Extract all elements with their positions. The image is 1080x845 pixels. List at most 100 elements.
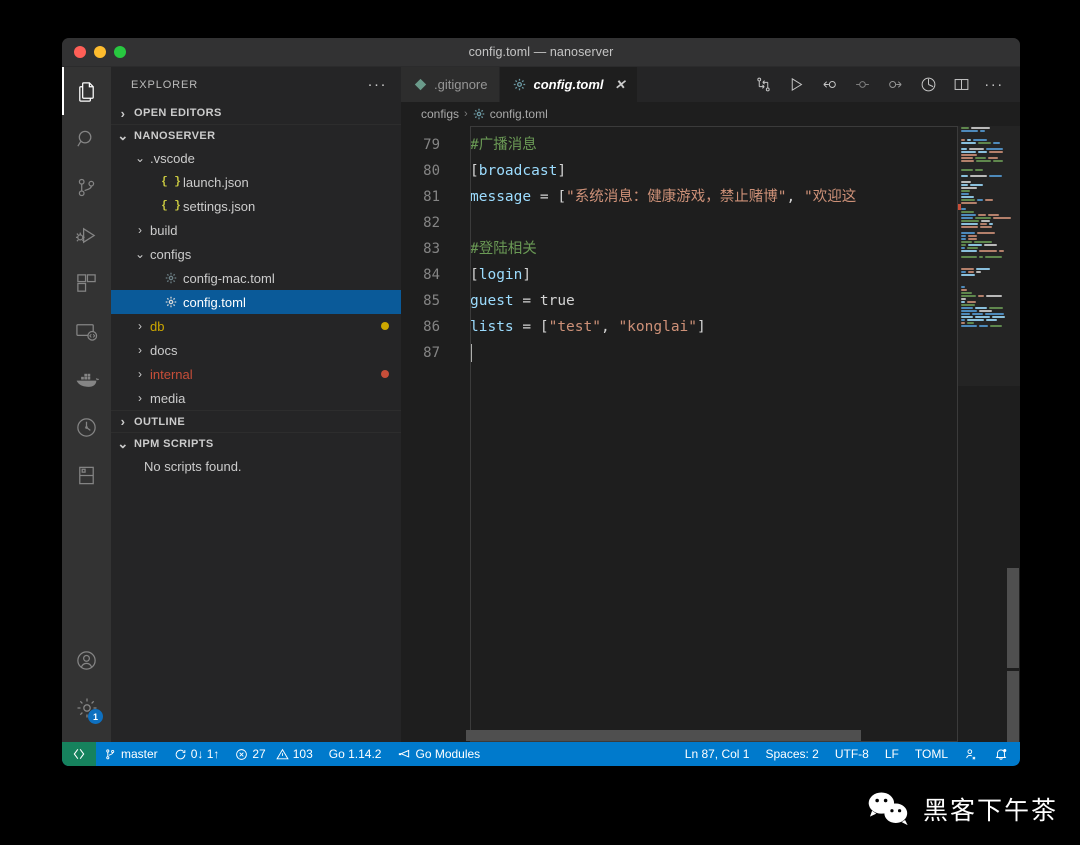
section-nanoserver[interactable]: ⌄ NANOSERVER xyxy=(111,124,401,146)
line-content[interactable]: [broadcast] xyxy=(464,158,566,184)
status-go-version[interactable]: Go 1.14.2 xyxy=(321,742,390,766)
code-line[interactable]: 84 [login] xyxy=(401,262,958,288)
minimap-token xyxy=(961,195,974,198)
status-problems[interactable]: 27 103 xyxy=(227,742,320,766)
status-encoding[interactable]: UTF-8 xyxy=(827,742,877,766)
activity-item-manage[interactable]: 1 xyxy=(62,684,111,732)
tree-item-label: settings.json xyxy=(183,198,256,214)
step-point-icon[interactable] xyxy=(848,71,876,99)
activity-item-accounts[interactable] xyxy=(62,636,111,684)
code-line[interactable]: 83 #登陆相关 xyxy=(401,236,958,262)
minimap-token xyxy=(978,294,984,297)
split-editor-icon[interactable] xyxy=(947,71,975,99)
error-icon xyxy=(235,748,248,761)
editor-vertical-scrollbar[interactable] xyxy=(1006,126,1020,742)
activity-item-remote-explorer[interactable] xyxy=(62,307,111,355)
code-line[interactable]: 82 xyxy=(401,210,958,236)
remote-window-indicator[interactable] xyxy=(62,742,96,766)
activity-item-source-control[interactable] xyxy=(62,163,111,211)
scrollbar-thumb[interactable] xyxy=(1007,568,1019,668)
file-tree[interactable]: ⌄ .vscode{ } launch.json{ } settings.json › b… xyxy=(111,146,401,410)
code-line[interactable]: 79 #广播消息 xyxy=(401,132,958,158)
tree-item--vscode[interactable]: ⌄ .vscode xyxy=(111,146,401,170)
code-line[interactable]: 85 guest = true xyxy=(401,288,958,314)
code-content[interactable]: 79 #广播消息 80 [broadcast] 81 message = ["系统消息：健… xyxy=(401,126,958,366)
minimap-token xyxy=(961,201,977,204)
line-content[interactable] xyxy=(464,340,472,366)
breadcrumb-item-config-toml[interactable]: config.toml xyxy=(473,107,548,121)
minimap-token xyxy=(961,183,968,186)
sidebar-more-icon[interactable]: ··· xyxy=(368,76,394,93)
tab-gitignore[interactable]: .gitignore xyxy=(401,67,501,102)
section-outline[interactable]: › OUTLINE xyxy=(111,410,401,432)
token-punct: ] xyxy=(522,267,532,283)
step-back-icon[interactable] xyxy=(815,71,843,99)
tree-item-config-mac-toml[interactable]: config-mac.toml xyxy=(111,266,401,290)
status-eol[interactable]: LF xyxy=(877,742,907,766)
tree-item-docs[interactable]: › docs xyxy=(111,338,401,362)
status-cursor-position[interactable]: Ln 87, Col 1 xyxy=(677,742,758,766)
status-live-share[interactable] xyxy=(956,742,986,766)
activity-item-test[interactable] xyxy=(62,403,111,451)
gear-file-icon xyxy=(161,296,181,308)
search-icon xyxy=(75,128,98,151)
tree-item-launch-json[interactable]: { } launch.json xyxy=(111,170,401,194)
activity-item-run-and-debug[interactable] xyxy=(62,211,111,259)
status-language-mode[interactable]: TOML xyxy=(907,742,956,766)
minimap-token xyxy=(961,237,966,240)
editor-tab-bar: .gitignore config.toml ✕ ··· xyxy=(401,67,1020,102)
watermark-text: 黑客下午茶 xyxy=(922,796,1058,825)
scrollbar-thumb-lower[interactable] xyxy=(1007,671,1019,742)
line-content[interactable]: lists = ["test", "konglai"] xyxy=(464,314,706,340)
section-npm-scripts[interactable]: ⌄ NPM SCRIPTS xyxy=(111,432,401,454)
scrollbar-thumb[interactable] xyxy=(466,730,861,741)
code-scroll-region[interactable]: 79 #广播消息 80 [broadcast] 81 message = ["系统消息：健… xyxy=(401,126,958,742)
tree-item-media[interactable]: › media xyxy=(111,386,401,410)
minimize-window-icon[interactable] xyxy=(94,46,106,58)
status-notifications[interactable] xyxy=(986,742,1020,766)
status-branch[interactable]: master xyxy=(96,742,166,766)
status-eol-label: LF xyxy=(884,747,899,761)
line-content[interactable]: guest = true xyxy=(464,288,575,314)
code-line[interactable]: 86 lists = ["test", "konglai"] xyxy=(401,314,958,340)
close-icon[interactable]: ✕ xyxy=(615,77,626,93)
tree-item-settings-json[interactable]: { } settings.json xyxy=(111,194,401,218)
tree-item-configs[interactable]: ⌄ configs xyxy=(111,242,401,266)
minimap-token xyxy=(999,249,1004,252)
activity-item-docker[interactable] xyxy=(62,355,111,403)
activity-item-search[interactable] xyxy=(62,115,111,163)
coverage-icon[interactable] xyxy=(914,71,942,99)
run-icon[interactable] xyxy=(782,71,810,99)
status-go-modules[interactable]: Go Modules xyxy=(389,742,488,766)
more-actions-icon[interactable]: ··· xyxy=(980,71,1008,99)
step-forward-icon[interactable] xyxy=(881,71,909,99)
minimap-token xyxy=(992,315,1005,318)
maximize-window-icon[interactable] xyxy=(114,46,126,58)
minimap-token xyxy=(961,129,978,132)
line-content[interactable]: #广播消息 xyxy=(464,132,537,158)
editor-horizontal-scrollbar[interactable] xyxy=(401,730,958,742)
activity-item-todo[interactable] xyxy=(62,451,111,499)
line-content[interactable]: #登陆相关 xyxy=(464,236,537,262)
breadcrumb-item-configs[interactable]: configs xyxy=(421,107,459,121)
status-indentation[interactable]: Spaces: 2 xyxy=(757,742,826,766)
tree-item-config-toml[interactable]: config.toml xyxy=(111,290,401,314)
traffic-lights[interactable] xyxy=(62,46,126,58)
code-line[interactable]: 87 xyxy=(401,340,958,366)
tree-item-db[interactable]: › db xyxy=(111,314,401,338)
tree-item-internal[interactable]: › internal xyxy=(111,362,401,386)
code-line[interactable]: 81 message = ["系统消息：健康游戏，禁止赌博", "欢迎这 xyxy=(401,184,958,210)
minimap-token xyxy=(971,126,990,129)
tree-item-build[interactable]: › build xyxy=(111,218,401,242)
tab-config-toml[interactable]: config.toml ✕ xyxy=(500,67,639,102)
code-line[interactable]: 80 [broadcast] xyxy=(401,158,958,184)
line-content[interactable]: [login] xyxy=(464,262,531,288)
activity-item-extensions[interactable] xyxy=(62,259,111,307)
minimap-token xyxy=(961,192,969,195)
close-window-icon[interactable] xyxy=(74,46,86,58)
compare-changes-icon[interactable] xyxy=(749,71,777,99)
activity-item-explorer[interactable] xyxy=(62,67,111,115)
status-sync[interactable]: 0↓ 1↑ xyxy=(166,742,228,766)
line-content[interactable]: message = ["系统消息：健康游戏，禁止赌博", "欢迎这 xyxy=(464,184,856,210)
section-open-editors[interactable]: › OPEN EDITORS xyxy=(111,102,401,124)
